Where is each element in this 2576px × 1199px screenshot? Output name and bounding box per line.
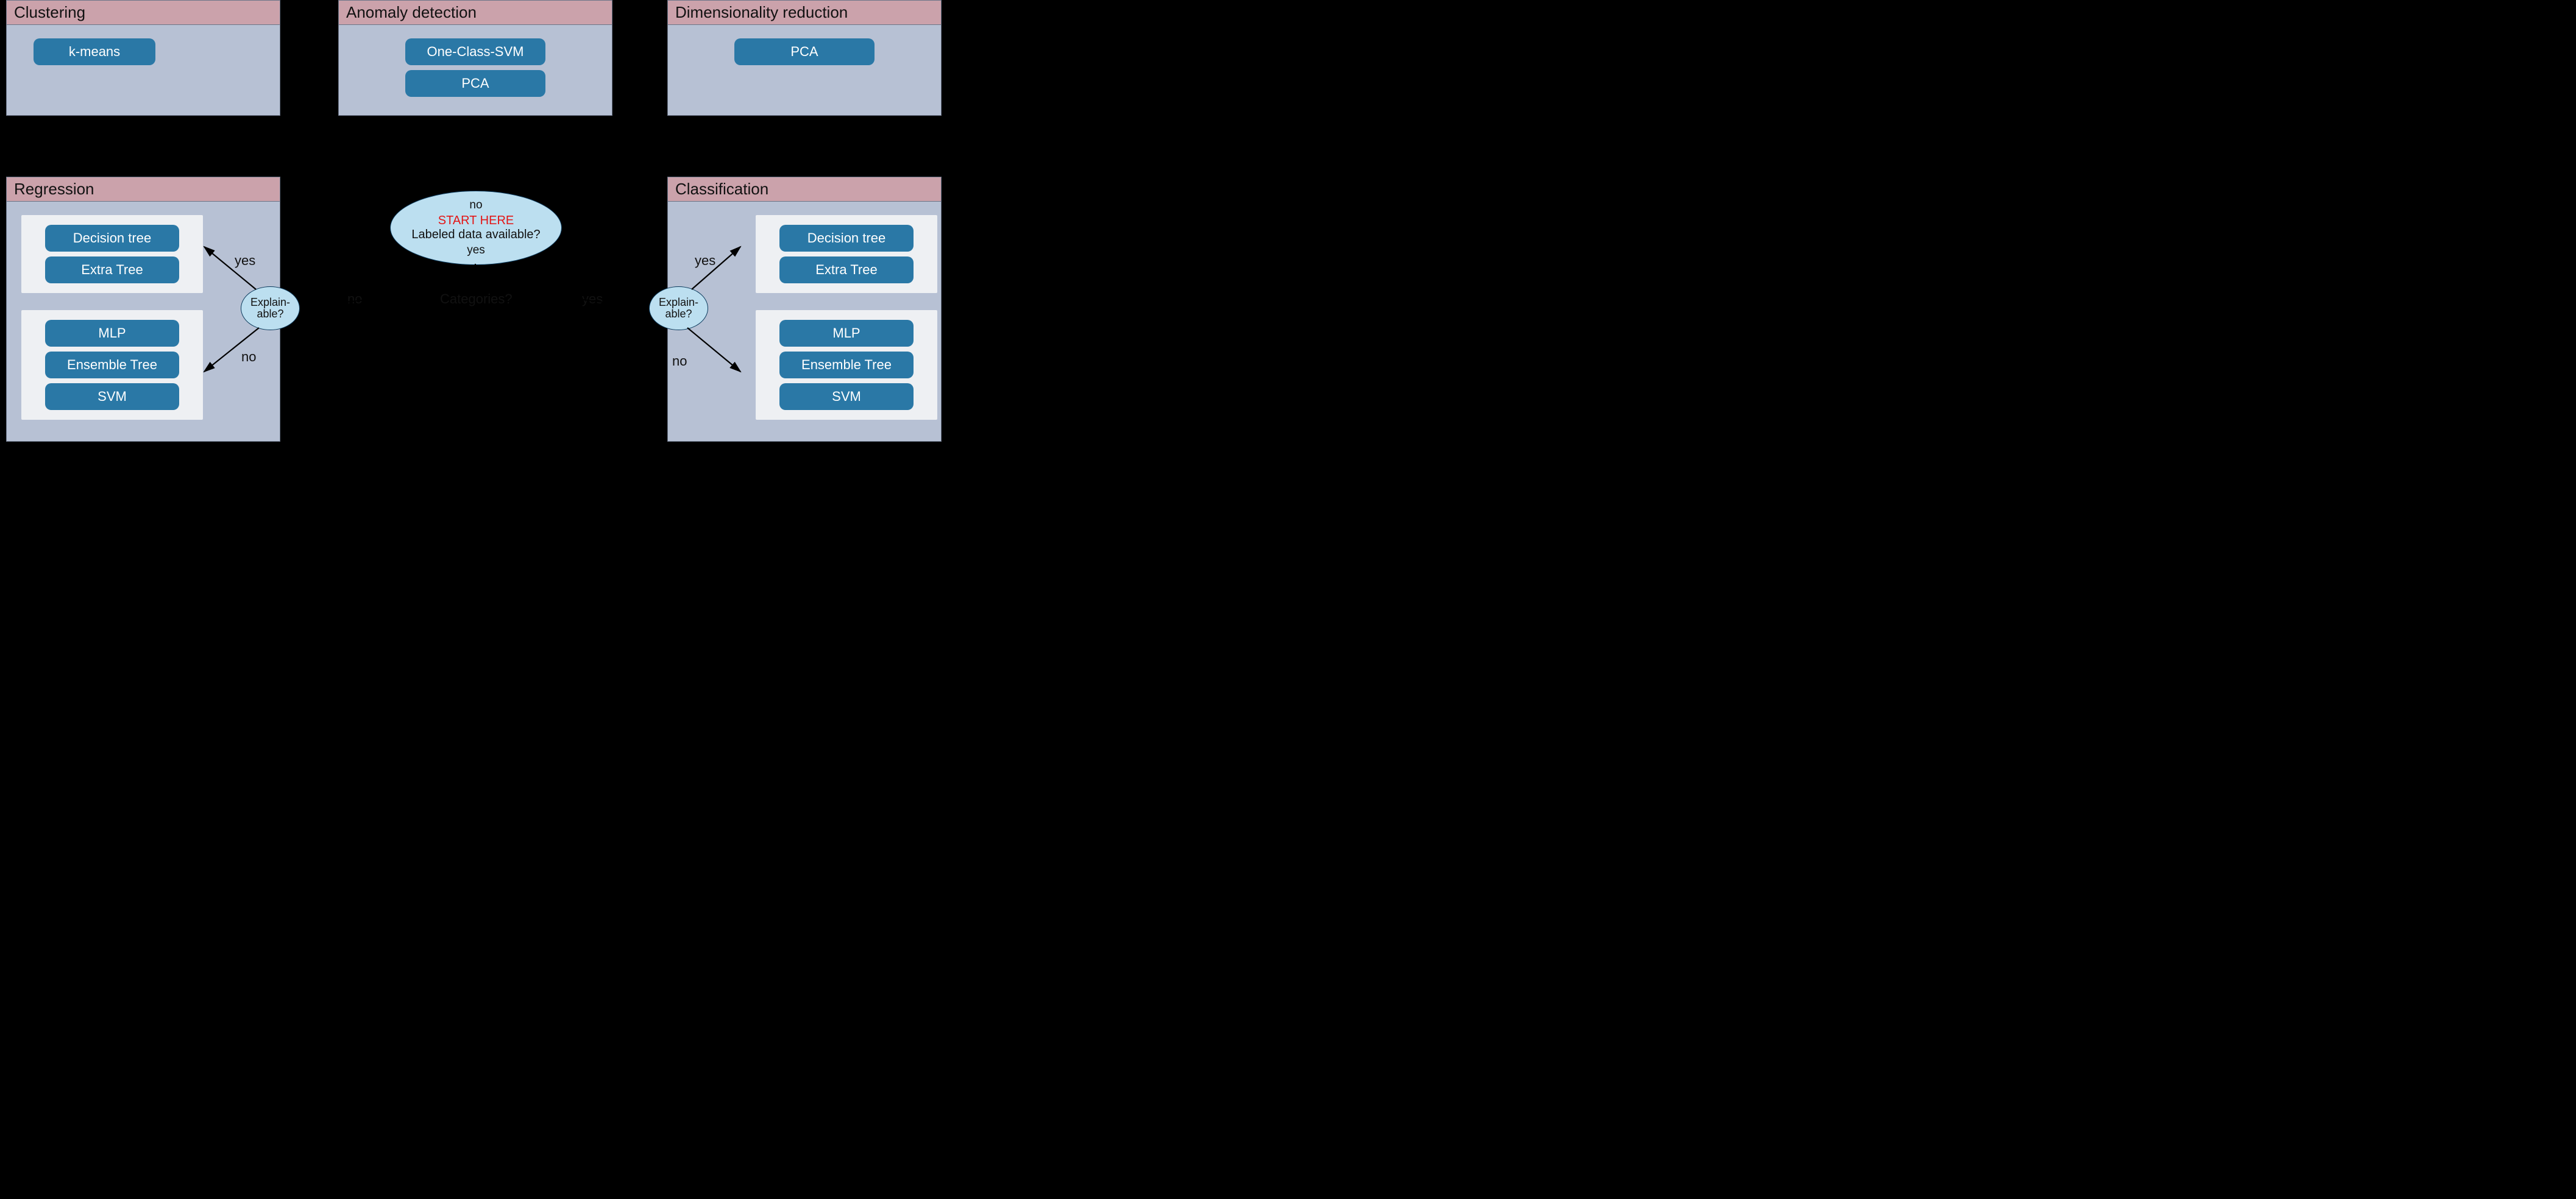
edge-cat-yes: yes [582, 291, 603, 307]
algo-pca-dimred: PCA [734, 38, 875, 65]
diagram-canvas: Clustering k-means Anomaly detection One… [0, 0, 951, 445]
explain-right-l2: able? [665, 308, 692, 320]
edge-no-left: no [241, 349, 256, 365]
algo-cls-ensemble: Ensemble Tree [779, 352, 914, 378]
panel-regression-title: Regression [7, 177, 280, 202]
panel-anomaly-title: Anomaly detection [339, 1, 612, 25]
panel-dimred-title: Dimensionality reduction [668, 1, 941, 25]
panel-dimred-body: PCA [668, 25, 941, 79]
algo-cls-mlp: MLP [779, 320, 914, 347]
edge-no-right: no [672, 353, 687, 369]
edge-yes-left: yes [235, 253, 255, 269]
algo-cls-svm: SVM [779, 383, 914, 410]
panel-clustering-body: k-means [7, 25, 280, 79]
label-yes-bottom: yes [467, 244, 485, 257]
algo-reg-mlp: MLP [45, 320, 179, 347]
start-here-text: START HERE [438, 214, 514, 228]
algo-reg-extratree: Extra Tree [45, 256, 179, 283]
decision-start: no START HERE Labeled data available? ye… [390, 191, 562, 265]
panel-classification-body: Decision tree Extra Tree MLP Ensemble Tr… [668, 202, 941, 433]
algo-cls-extratree: Extra Tree [779, 256, 914, 283]
explain-left-l1: Explain- [250, 297, 290, 308]
algo-kmeans: k-means [34, 38, 155, 65]
panel-dimred: Dimensionality reduction PCA [667, 0, 942, 116]
explain-left-l2: able? [257, 308, 283, 320]
algo-cls-decisiontree: Decision tree [779, 225, 914, 252]
regression-yes-group: Decision tree Extra Tree [21, 215, 203, 293]
panel-anomaly-body: One-Class-SVM PCA [339, 25, 612, 110]
explain-right-l1: Explain- [659, 297, 698, 308]
panel-clustering: Clustering k-means [6, 0, 280, 116]
panel-anomaly: Anomaly detection One-Class-SVM PCA [338, 0, 612, 116]
panel-regression: Regression Decision tree Extra Tree MLP … [6, 177, 280, 442]
classification-no-group: MLP Ensemble Tree SVM [756, 310, 937, 420]
classification-yes-group: Decision tree Extra Tree [756, 215, 937, 293]
algo-reg-svm: SVM [45, 383, 179, 410]
algo-pca-anomaly: PCA [405, 70, 545, 97]
decision-explainable-left: Explain- able? [241, 286, 300, 330]
algo-reg-decisiontree: Decision tree [45, 225, 179, 252]
algo-oneclass-svm: One-Class-SVM [405, 38, 545, 65]
panel-classification: Classification Decision tree Extra Tree … [667, 177, 942, 442]
regression-no-group: MLP Ensemble Tree SVM [21, 310, 203, 420]
decision-explainable-right: Explain- able? [649, 286, 708, 330]
panel-clustering-title: Clustering [7, 1, 280, 25]
panel-classification-title: Classification [668, 177, 941, 202]
label-no-top: no [469, 199, 482, 212]
edge-categories: Categories? [440, 291, 513, 307]
edge-yes-right: yes [695, 253, 715, 269]
start-question: Labeled data available? [411, 228, 540, 242]
edge-cat-no: no [347, 291, 362, 307]
algo-reg-ensemble: Ensemble Tree [45, 352, 179, 378]
panel-regression-body: Decision tree Extra Tree MLP Ensemble Tr… [7, 202, 280, 433]
